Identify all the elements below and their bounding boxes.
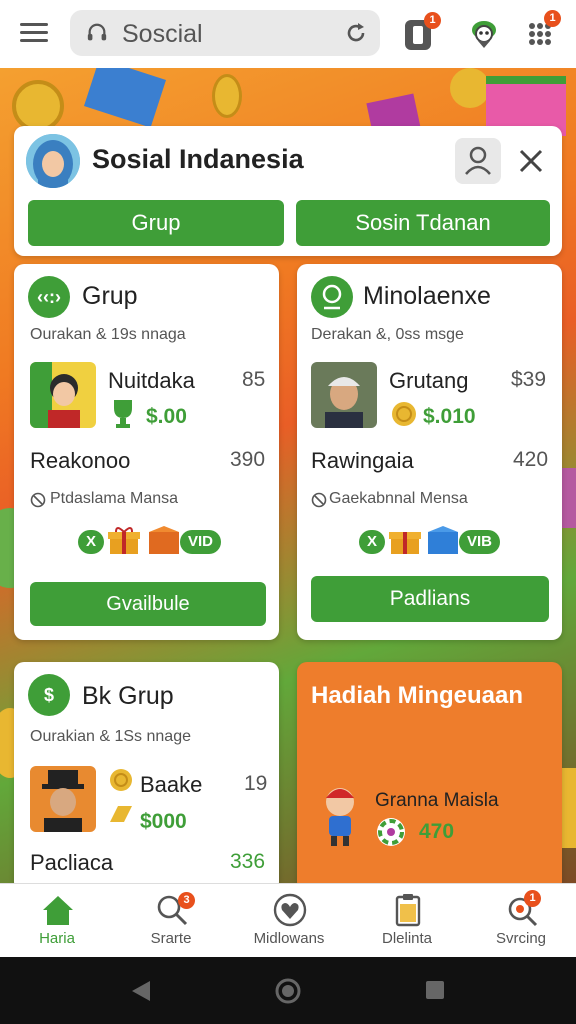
clock-icon: [311, 492, 327, 508]
card-title: Grup: [82, 282, 138, 310]
pill-vib: VIB: [459, 530, 501, 554]
nav-label: Srarte: [150, 930, 192, 947]
member-score: $39: [511, 368, 547, 391]
header-card: Sosial Indanesia Grup Sosin Tdanan: [14, 126, 562, 256]
card-title: Bk Grup: [82, 682, 174, 710]
group-card-2[interactable]: Minolaenxe Derakan &, 0ss msge Grutang $…: [297, 264, 562, 640]
member-money: $.010: [423, 405, 476, 428]
nav-label: Midlowans: [253, 930, 325, 947]
group-icon: ‹‹:›: [28, 276, 70, 318]
member-money: $.00: [146, 405, 187, 428]
bottom-navigation: Haria 3 Srarte Midlowans Dlelinta 1 Svrc…: [0, 883, 576, 957]
member-name: Nuitdaka: [108, 368, 195, 393]
promo-name: Granna Maisla: [375, 790, 499, 811]
card-title: Minolaenxe: [363, 282, 491, 310]
nav-item-followers[interactable]: Midlowans: [234, 884, 344, 958]
padlians-button[interactable]: Padlians: [311, 576, 549, 622]
pill-x: X: [78, 530, 105, 554]
recents-icon[interactable]: [424, 979, 446, 1001]
profile-avatar[interactable]: [26, 134, 80, 188]
headset-icon: [87, 23, 107, 41]
refresh-icon[interactable]: [344, 21, 368, 45]
coin-icon: [110, 769, 132, 791]
mascot-icon[interactable]: [464, 14, 504, 54]
heart-badge-icon: [273, 893, 307, 927]
gold-bar-icon: [110, 806, 132, 822]
clipboard-icon: [395, 894, 421, 927]
promo-title: Hadiah Mingeuaan: [311, 682, 524, 709]
member-name: Baake: [140, 772, 203, 797]
member-avatar[interactable]: [30, 766, 96, 832]
member-score: 19: [244, 772, 268, 795]
system-navigation-bar: [0, 957, 576, 1024]
row-label: Rawingaia: [311, 448, 414, 473]
row-value: 420: [513, 448, 549, 471]
card-subtitle: Ourakian & 1Ss nnage: [30, 728, 191, 745]
available-button[interactable]: Gvailbule: [30, 582, 266, 626]
app-title: Sosial Indanesia: [92, 144, 304, 174]
nav-label: Svrcing: [495, 930, 547, 947]
mascot-character-icon: [326, 788, 354, 846]
member-avatar[interactable]: [311, 362, 377, 428]
apps-grid-icon[interactable]: 1: [524, 10, 564, 54]
nav-label: Dlelinta: [381, 930, 433, 947]
row-label: Reakonoo: [30, 448, 131, 473]
back-icon[interactable]: [130, 979, 152, 1003]
hamburger-menu-icon[interactable]: [20, 20, 50, 46]
gift-box-icon: [108, 527, 140, 554]
sosin-tdanan-button[interactable]: Sosin Tdanan: [296, 200, 550, 246]
top-bar: Soscial 1 1: [0, 0, 576, 68]
close-icon[interactable]: [518, 148, 544, 174]
prize-wheel-icon: [377, 818, 405, 846]
status-text: Ptdaslama Mansa: [50, 490, 179, 507]
nav-item-search[interactable]: 3 Srarte: [116, 884, 226, 958]
card-subtitle: Derakan &, 0ss msge: [311, 326, 464, 343]
nav-label: Haria: [39, 930, 75, 947]
money-group-icon: $: [28, 674, 70, 716]
nav-badge: 1: [524, 890, 541, 907]
promo-amount: 470: [419, 820, 455, 843]
home-icon: [43, 896, 73, 925]
search-input[interactable]: Soscial: [122, 20, 203, 49]
pill-vid: VID: [180, 530, 222, 554]
blue-box-icon: [428, 526, 458, 554]
group-card-3[interactable]: $ Bk Grup Ourakian & 1Ss nnage Baake 19 …: [14, 662, 279, 892]
weekly-prize-card[interactable]: Hadiah Mingeuaan Granna Maisla 470: [297, 662, 562, 892]
nav-item-services[interactable]: 1 Svrcing: [466, 884, 576, 958]
group-button[interactable]: Grup: [28, 200, 284, 246]
card-subtitle: Ourakan & 19s nnaga: [30, 326, 186, 343]
apps-badge: 1: [544, 10, 561, 27]
gift-box-icon: [389, 532, 421, 554]
nav-item-home[interactable]: Haria: [2, 884, 112, 958]
group-card-1[interactable]: ‹‹:› Grup Ourakan & 19s nnaga Nuitdaka 8…: [14, 264, 279, 640]
row-value: 390: [230, 448, 266, 471]
row-value: 336: [230, 850, 266, 873]
orange-box-icon: [149, 526, 179, 554]
search-bar[interactable]: Soscial: [70, 10, 380, 56]
trophy-icon: [114, 400, 132, 428]
member-money: $000: [140, 810, 187, 833]
pill-x: X: [359, 530, 386, 554]
user-profile-icon[interactable]: [455, 138, 501, 184]
row-label: Pacliaca: [30, 850, 114, 875]
status-text: Gaekabnnal Mensa: [329, 490, 468, 507]
nav-badge: 3: [178, 892, 195, 909]
trophy-badge-icon: [311, 276, 353, 318]
coin-bag-icon: [392, 402, 416, 426]
phone-badge: 1: [424, 12, 441, 29]
clock-icon: [30, 492, 46, 508]
member-name: Grutang: [389, 368, 469, 393]
member-avatar[interactable]: [30, 362, 96, 428]
nav-item-delivery[interactable]: Dlelinta: [352, 884, 462, 958]
phone-icon[interactable]: 1: [402, 12, 442, 54]
member-score: 85: [242, 368, 266, 391]
home-circle-icon[interactable]: [274, 977, 302, 1005]
